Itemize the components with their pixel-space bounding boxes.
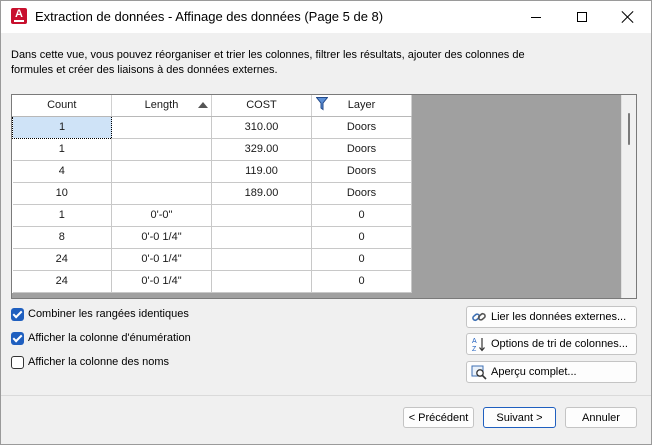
cell-count[interactable]: 1: [12, 204, 112, 227]
cell-length[interactable]: 0'-0 1/4": [111, 248, 212, 271]
sort-ascending-icon: [198, 102, 208, 108]
column-header-length[interactable]: Length: [111, 95, 212, 117]
close-button[interactable]: [605, 1, 651, 33]
table-row[interactable]: 24 0'-0 1/4" 0: [12, 270, 412, 293]
checkbox-box[interactable]: [11, 356, 24, 369]
maximize-icon: [577, 12, 587, 22]
cell-layer[interactable]: Doors: [311, 160, 412, 183]
cell-length[interactable]: 0'-0 1/4": [111, 226, 212, 249]
button-label: Suivant >: [496, 411, 543, 424]
column-header-label: Layer: [347, 99, 376, 112]
table-row[interactable]: 24 0'-0 1/4" 0: [12, 248, 412, 271]
checkbox-box[interactable]: [11, 332, 24, 345]
column-header-label: Length: [144, 99, 179, 112]
checkbox-label: Afficher la colonne d'énumération: [28, 332, 191, 344]
full-preview-button[interactable]: Aperçu complet...: [466, 361, 637, 383]
cell-cost[interactable]: 310.00: [211, 116, 312, 139]
cell-length[interactable]: 0'-0 1/4": [111, 270, 212, 293]
footer-separator: [1, 395, 651, 396]
svg-text:A: A: [472, 338, 477, 345]
maximize-button[interactable]: [559, 1, 605, 33]
cell-length[interactable]: [111, 138, 212, 161]
link-external-data-button[interactable]: Lier les données externes...: [466, 306, 637, 328]
column-header-layer[interactable]: Layer: [311, 95, 412, 117]
cell-count[interactable]: 1: [12, 138, 112, 161]
cell-cost[interactable]: 189.00: [211, 182, 312, 205]
cell-length[interactable]: 0'-0": [111, 204, 212, 227]
cell-layer[interactable]: 0: [311, 226, 412, 249]
window-title: Extraction de données - Affinage des don…: [35, 9, 384, 24]
filter-funnel-icon[interactable]: [316, 97, 328, 111]
svg-text:Z: Z: [472, 346, 477, 352]
app-autocad-icon: A: [11, 8, 27, 24]
next-button[interactable]: Suivant >: [483, 407, 556, 428]
vertical-scrollbar[interactable]: [621, 95, 636, 298]
cell-count[interactable]: 8: [12, 226, 112, 249]
cell-cost[interactable]: [211, 204, 312, 227]
button-label: Aperçu complet...: [491, 366, 577, 378]
link-icon: [472, 312, 486, 322]
cell-layer[interactable]: 0: [311, 204, 412, 227]
cell-layer[interactable]: Doors: [311, 116, 412, 139]
checkbox-label: Combiner les rangées identiques: [28, 308, 189, 320]
cell-layer[interactable]: Doors: [311, 182, 412, 205]
cell-layer[interactable]: Doors: [311, 138, 412, 161]
button-label: Lier les données externes...: [491, 311, 627, 323]
cell-cost[interactable]: 329.00: [211, 138, 312, 161]
cell-length[interactable]: [111, 116, 212, 139]
cell-count[interactable]: 1: [12, 115, 112, 139]
minimize-icon: [531, 16, 541, 18]
minimize-button[interactable]: [513, 1, 559, 33]
header-row: Count Length COST Layer: [12, 95, 412, 117]
cell-cost[interactable]: 119.00: [211, 160, 312, 183]
table-row[interactable]: 10 189.00 Doors: [12, 182, 412, 205]
column-sort-options-button[interactable]: A Z Options de tri de colonnes...: [466, 333, 637, 355]
column-header-cost[interactable]: COST: [211, 95, 312, 117]
table-row[interactable]: 1 329.00 Doors: [12, 138, 412, 161]
column-header-count[interactable]: Count: [12, 95, 112, 117]
table-row[interactable]: 8 0'-0 1/4" 0: [12, 226, 412, 249]
data-table: Count Length COST Layer 1 310.00 Doors 1 329…: [12, 95, 412, 293]
cell-count[interactable]: 24: [12, 248, 112, 271]
sort-az-icon: A Z: [472, 338, 485, 352]
table-row[interactable]: 4 119.00 Doors: [12, 160, 412, 183]
cell-cost[interactable]: [211, 226, 312, 249]
column-header-label: COST: [246, 99, 277, 112]
close-icon: [622, 11, 634, 23]
cancel-button[interactable]: Annuler: [565, 407, 637, 428]
cell-count[interactable]: 4: [12, 160, 112, 183]
cell-layer[interactable]: 0: [311, 270, 412, 293]
button-label: Options de tri de colonnes...: [491, 338, 628, 350]
column-header-label: Count: [47, 99, 77, 112]
previous-button[interactable]: < Précédent: [403, 407, 474, 428]
cell-layer[interactable]: 0: [311, 248, 412, 271]
cell-length[interactable]: [111, 160, 212, 183]
cell-count[interactable]: 10: [12, 182, 112, 205]
cell-count[interactable]: 24: [12, 270, 112, 293]
preview-magnifier-icon: [471, 365, 487, 380]
scrollbar-thumb[interactable]: [628, 113, 630, 145]
title-bar[interactable]: A Extraction de données - Affinage des d…: [1, 1, 651, 33]
button-label: < Précédent: [408, 411, 469, 424]
cell-length[interactable]: [111, 182, 212, 205]
button-label: Annuler: [582, 411, 620, 424]
page-description: Dans cette vue, vous pouvez réorganiser …: [11, 49, 525, 76]
dialog-window: A Extraction de données - Affinage des d…: [0, 0, 652, 445]
cell-cost[interactable]: [211, 270, 312, 293]
data-grid[interactable]: Count Length COST Layer 1 310.00 Doors 1 329…: [11, 94, 637, 299]
checkbox-box[interactable]: [11, 308, 24, 321]
cell-cost[interactable]: [211, 248, 312, 271]
checkbox-label: Afficher la colonne des noms: [28, 356, 170, 368]
table-row[interactable]: 1 310.00 Doors: [12, 115, 412, 139]
table-row[interactable]: 1 0'-0" 0: [12, 204, 412, 227]
